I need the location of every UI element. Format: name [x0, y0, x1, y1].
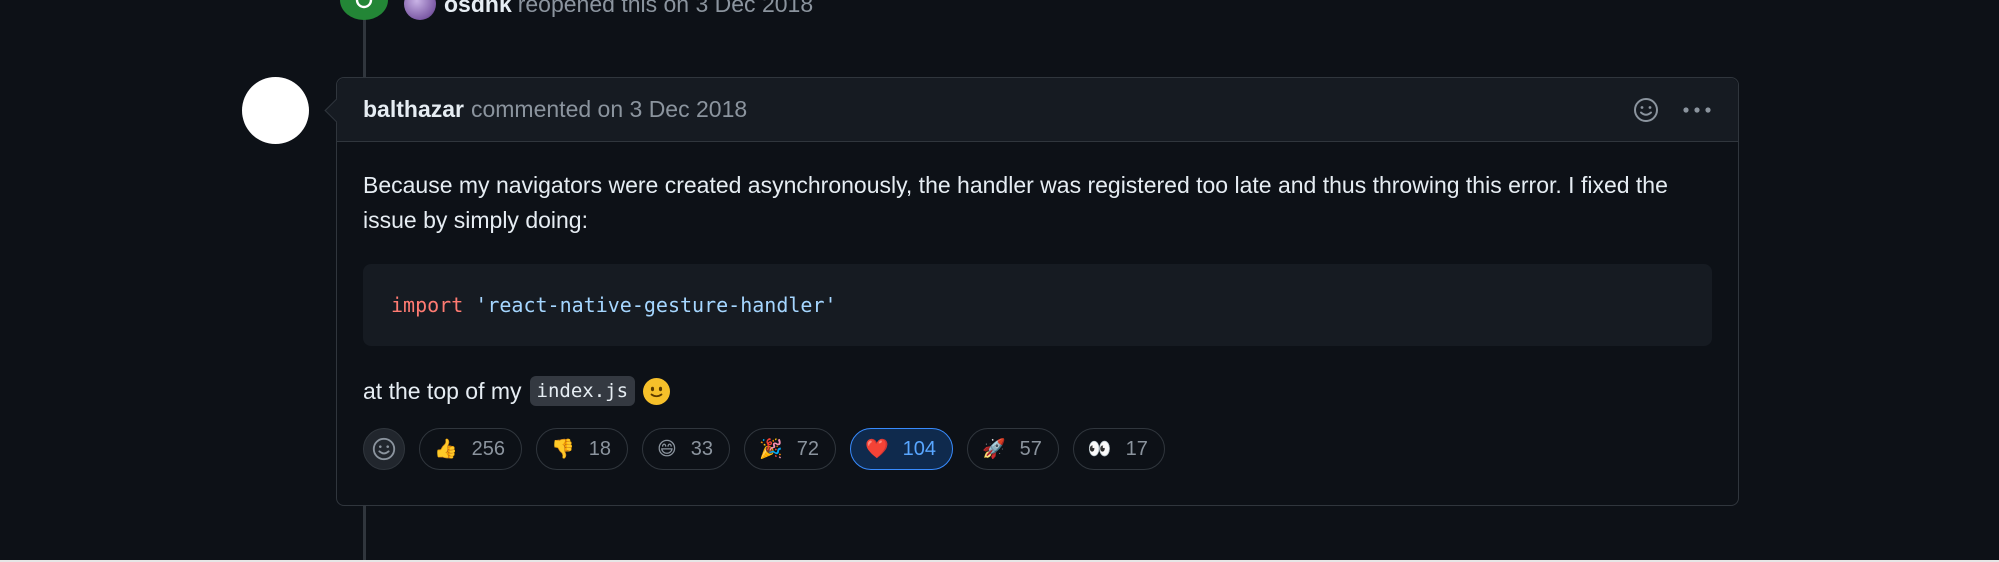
- reaction-emoji: 👍: [434, 438, 458, 460]
- comment-options-button[interactable]: [1682, 105, 1712, 115]
- reaction-emoji: 🚀: [982, 438, 1006, 460]
- hooray-reaction[interactable]: 🎉 72: [744, 428, 836, 470]
- smiley-icon: [1634, 98, 1658, 122]
- reaction-count: 33: [690, 437, 714, 460]
- reaction-count: 17: [1125, 437, 1148, 460]
- reaction-count: 104: [902, 437, 936, 460]
- kebab-horizontal-icon: [1683, 107, 1711, 113]
- comment-header-actions: [1632, 78, 1712, 142]
- reaction-emoji: 🎉: [759, 438, 783, 460]
- reaction-emoji: 👀: [1087, 438, 1112, 460]
- code-string: 'react-native-gesture-handler': [475, 293, 837, 317]
- thumbs-down-reaction[interactable]: 👎 18: [536, 428, 628, 470]
- reaction-emoji: 👎: [551, 438, 575, 460]
- reaction-count: 72: [796, 437, 819, 460]
- heart-reaction[interactable]: ❤️ 104: [849, 428, 953, 470]
- reaction-emoji: 😄: [656, 438, 677, 460]
- reopen-icon: [340, 0, 388, 20]
- reactions-bar: 👍 256 👎 18 😄 33 🎉 72 ❤️ 104 🚀 57 👀 17: [363, 428, 1712, 470]
- thumbs-up-reaction[interactable]: 👍 256: [419, 428, 523, 470]
- reaction-count: 57: [1019, 437, 1042, 460]
- comment-author-link[interactable]: balthazar: [363, 96, 464, 123]
- followup-text: at the top of my: [363, 377, 522, 404]
- code-keyword: import: [391, 293, 464, 317]
- reaction-count: 256: [471, 437, 506, 460]
- event-actor-avatar[interactable]: [404, 0, 436, 20]
- reaction-list: 👍 256 👎 18 😄 33 🎉 72 ❤️ 104 🚀 57 👀 17: [419, 428, 1165, 470]
- timeline-event-reopened: osdnk reopened this on 3 Dec 2018: [340, 0, 813, 22]
- reaction-count: 18: [588, 437, 611, 460]
- event-actor-link[interactable]: osdnk: [444, 0, 512, 17]
- inline-code: index.js: [529, 376, 636, 406]
- rocket-reaction[interactable]: 🚀 57: [967, 428, 1059, 470]
- comment-followup-line: at the top of my index.js: [363, 376, 1712, 406]
- comment-paragraph: Because my navigators were created async…: [363, 172, 1668, 233]
- event-description: osdnk reopened this on 3 Dec 2018: [444, 0, 813, 18]
- code-block: import 'react-native-gesture-handler': [363, 264, 1712, 346]
- reaction-emoji: ❤️: [864, 438, 889, 460]
- add-reaction-header-button[interactable]: [1632, 96, 1660, 124]
- comment-header: balthazar commented on 3 Dec 2018: [337, 78, 1738, 142]
- comment-body: Because my navigators were created async…: [337, 142, 1738, 470]
- smiley-icon: [372, 437, 396, 461]
- laugh-reaction[interactable]: 😄 33: [641, 428, 731, 470]
- comment-timestamp[interactable]: commented on 3 Dec 2018: [471, 96, 747, 123]
- eyes-reaction[interactable]: 👀 17: [1072, 428, 1165, 470]
- event-action-text: reopened this on 3 Dec 2018: [517, 0, 814, 17]
- comment-container: balthazar commented on 3 Dec 2018 Becaus…: [336, 77, 1739, 506]
- comment-author-avatar[interactable]: [242, 77, 309, 144]
- slight-smile-emoji: [643, 377, 671, 405]
- add-reaction-button[interactable]: [363, 428, 405, 470]
